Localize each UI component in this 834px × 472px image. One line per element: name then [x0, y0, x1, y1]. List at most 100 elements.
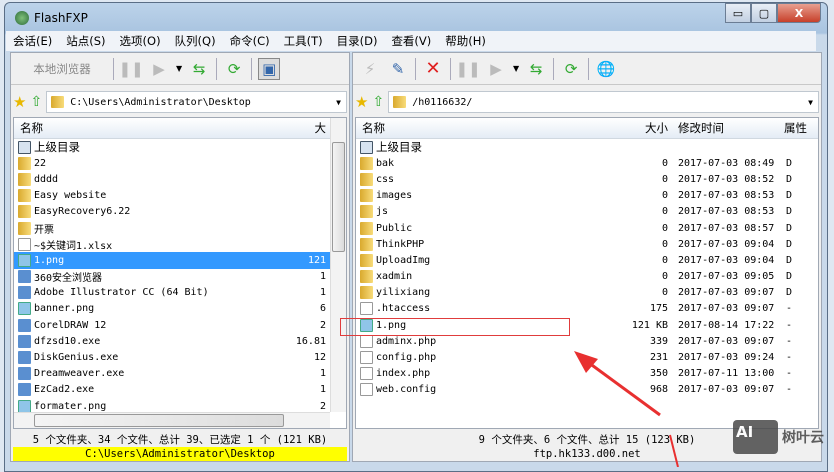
file-row[interactable]: xadmin 0 2017-07-03 09:05 D: [356, 269, 818, 285]
column-date[interactable]: 修改时间: [678, 120, 724, 136]
globe-icon[interactable]: 🌐: [595, 58, 617, 80]
favorites-star-icon[interactable]: ★: [13, 93, 26, 111]
file-row[interactable]: DiskGenius.exe 12: [14, 349, 346, 365]
file-attr: D: [786, 238, 793, 250]
maximize-button[interactable]: ▢: [751, 3, 777, 23]
up-icon: [360, 140, 373, 154]
file-row[interactable]: 1.png 121: [14, 252, 346, 269]
file-name: ThinkPHP: [376, 238, 425, 250]
close-button[interactable]: X: [777, 3, 821, 23]
file-attr: D: [786, 190, 793, 202]
file-row[interactable]: ThinkPHP 0 2017-07-03 09:04 D: [356, 236, 818, 252]
file-row[interactable]: css 0 2017-07-03 08:52 D: [356, 171, 818, 187]
disconnect-icon[interactable]: ✕: [422, 58, 444, 80]
menu-item[interactable]: 队列(Q): [168, 33, 223, 49]
column-attr[interactable]: 属性: [784, 120, 807, 136]
file-row[interactable]: 开票: [14, 220, 346, 236]
menu-item[interactable]: 选项(O): [113, 33, 168, 49]
connect-icon[interactable]: ⚡: [359, 58, 381, 80]
column-name[interactable]: 名称: [356, 120, 626, 136]
file-size: 0: [661, 157, 668, 169]
refresh-icon[interactable]: ⟳: [560, 58, 582, 80]
file-attr: -: [786, 319, 793, 331]
minimize-button[interactable]: ▭: [725, 3, 751, 23]
menu-item[interactable]: 查看(V): [384, 33, 438, 49]
file-date: 2017-07-03 09:07: [678, 384, 775, 396]
file-row[interactable]: .htaccess 175 2017-07-03 09:07-: [356, 301, 818, 317]
column-name[interactable]: 名称: [14, 120, 314, 136]
menu-item[interactable]: 站点(S): [59, 33, 112, 49]
vertical-scrollbar[interactable]: [330, 118, 346, 412]
file-row[interactable]: Adobe Illustrator CC (64 Bit) 1: [14, 285, 346, 301]
file-row[interactable]: ~$关键词1.xlsx: [14, 236, 346, 252]
folder-icon: [360, 221, 373, 235]
file-row[interactable]: dfzsd10.exe 16.81: [14, 333, 346, 349]
folder-icon: [18, 221, 31, 235]
menu-item[interactable]: 帮助(H): [438, 33, 493, 49]
local-browser-button[interactable]: 本地浏览器: [17, 61, 107, 77]
exe-icon: [18, 318, 31, 332]
file-row[interactable]: 22: [14, 155, 346, 171]
file-name: 开票: [34, 224, 54, 236]
file-name: 1.png: [34, 254, 65, 266]
dropdown-arrow-icon[interactable]: ▼: [513, 64, 519, 73]
file-row[interactable]: 上级目录: [14, 139, 346, 155]
file-size: 0: [661, 238, 668, 250]
file-name: formater.png: [34, 400, 107, 412]
local-path-input[interactable]: C:\Users\Administrator\Desktop ▼: [46, 91, 347, 113]
refresh-icon[interactable]: ⟳: [223, 58, 245, 80]
file-row[interactable]: Dreamweaver.exe 1: [14, 366, 346, 382]
dropdown-arrow-icon[interactable]: ▼: [176, 64, 182, 73]
file-row[interactable]: 360安全浏览器 1: [14, 269, 346, 285]
file-date: 2017-07-03 09:07: [678, 303, 775, 315]
file-date: 2017-08-14 17:22: [678, 319, 775, 331]
file-size: 16.81: [295, 335, 326, 347]
play-icon[interactable]: ▶: [148, 58, 170, 80]
file-name: css: [376, 173, 395, 185]
file-size: 121 KB: [631, 319, 668, 331]
file-name: Public: [376, 222, 413, 234]
local-browser-toggle-icon[interactable]: ▣: [258, 57, 281, 80]
column-size[interactable]: 大小: [624, 120, 668, 136]
file-row[interactable]: CorelDRAW 12 2: [14, 317, 346, 333]
parent-folder-icon[interactable]: ⇧: [30, 94, 42, 110]
menu-item[interactable]: 会话(E): [6, 33, 59, 49]
favorites-star-icon[interactable]: ★: [355, 93, 368, 111]
file-row[interactable]: images 0 2017-07-03 08:53 D: [356, 188, 818, 204]
remote-path-input[interactable]: /h0116632/ ▼: [388, 91, 819, 113]
transfer-icon[interactable]: ⇆: [525, 58, 547, 80]
file-row[interactable]: yilixiang 0 2017-07-03 09:07 D: [356, 285, 818, 301]
transfer-icon[interactable]: ⇆: [188, 58, 210, 80]
pause-icon[interactable]: ❚❚: [118, 58, 143, 80]
file-row[interactable]: EasyRecovery6.22: [14, 204, 346, 220]
file-name: Adobe Illustrator CC (64 Bit): [34, 287, 209, 299]
parent-folder-icon[interactable]: ⇧: [372, 94, 384, 110]
file-row[interactable]: EzCad2.exe 1: [14, 382, 346, 398]
folder-icon: [360, 172, 373, 186]
file-row[interactable]: banner.png 6: [14, 301, 346, 317]
file-attr: D: [786, 206, 793, 218]
file-name: dfzsd10.exe: [34, 335, 101, 347]
menu-item[interactable]: 工具(T): [277, 33, 330, 49]
file-size: 0: [661, 190, 668, 202]
pause-icon[interactable]: ❚❚: [455, 58, 480, 80]
file-date: 2017-07-03 08:53: [678, 206, 775, 218]
chevron-down-icon[interactable]: ▼: [336, 98, 341, 107]
file-row[interactable]: UploadImg 0 2017-07-03 09:04 D: [356, 252, 818, 268]
file-row[interactable]: bak 0 2017-07-03 08:49 D: [356, 155, 818, 171]
file-row[interactable]: Public 0 2017-07-03 08:57 D: [356, 220, 818, 236]
horizontal-scrollbar[interactable]: [14, 412, 330, 428]
exe-icon: [18, 351, 31, 365]
menu-item[interactable]: 目录(D): [330, 33, 385, 49]
file-row[interactable]: Easy website: [14, 188, 346, 204]
local-path-value: C:\Users\Administrator\Desktop: [70, 96, 251, 108]
quick-connect-icon[interactable]: ✎: [387, 58, 409, 80]
play-icon[interactable]: ▶: [485, 58, 507, 80]
chevron-down-icon[interactable]: ▼: [808, 98, 813, 107]
menu-item[interactable]: 命令(C): [223, 33, 277, 49]
file-row[interactable]: dddd: [14, 171, 346, 187]
local-pane: 本地浏览器 ❚❚ ▶ ▼ ⇆ ⟳ ▣ ★ ⇧ C:\Users\Administ…: [10, 52, 350, 462]
column-size[interactable]: 大: [315, 120, 327, 136]
file-row[interactable]: js 0 2017-07-03 08:53 D: [356, 204, 818, 220]
file-row[interactable]: 上级目录: [356, 139, 818, 155]
